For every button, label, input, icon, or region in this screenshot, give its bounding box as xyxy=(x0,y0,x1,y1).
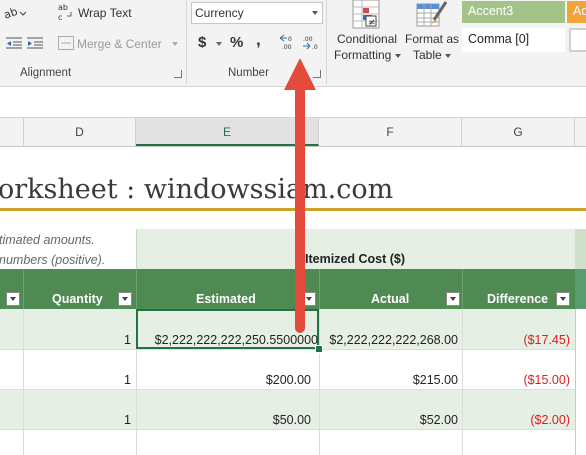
annotation-arrow xyxy=(284,58,316,333)
arrow-head-icon xyxy=(284,58,316,90)
